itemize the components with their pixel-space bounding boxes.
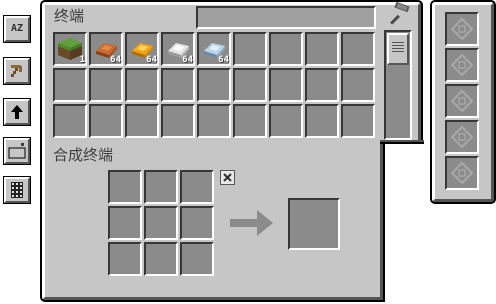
crafting-slot[interactable]	[144, 242, 178, 276]
terminal-slot[interactable]	[161, 68, 195, 102]
crafting-slot[interactable]	[108, 242, 142, 276]
scrollbar-thumb[interactable]	[387, 33, 409, 65]
upgrade-slot[interactable]	[445, 12, 479, 46]
terminal-slot[interactable]: 64	[161, 32, 195, 66]
upgrade-slot[interactable]	[445, 48, 479, 82]
terminal-slot[interactable]: 64	[89, 32, 123, 66]
terminal-slot[interactable]	[341, 32, 375, 66]
terminal-slot[interactable]	[89, 104, 123, 138]
terminal-slot[interactable]	[269, 104, 303, 138]
crafting-result-slot[interactable]	[288, 198, 340, 250]
crafting-slot[interactable]	[108, 170, 142, 204]
terminal-slot[interactable]	[269, 68, 303, 102]
upgrade-card-icon	[450, 125, 474, 149]
clear-grid-button[interactable]	[220, 170, 235, 185]
sort-az-button[interactable]: AZ	[4, 16, 30, 42]
crafting-slot[interactable]	[144, 170, 178, 204]
size-icon	[8, 143, 26, 159]
terminal-slot[interactable]	[233, 68, 267, 102]
terminal-slot[interactable]	[233, 32, 267, 66]
terminal-slot[interactable]	[341, 68, 375, 102]
terminal-slot[interactable]	[233, 104, 267, 138]
terminal-slot[interactable]	[305, 68, 339, 102]
search-input[interactable]	[196, 6, 376, 29]
upgrade-slot[interactable]	[445, 156, 479, 190]
item-count: 1	[79, 55, 85, 65]
crafting-slot[interactable]	[180, 170, 214, 204]
upgrade-slot[interactable]	[445, 84, 479, 118]
right-arrow-icon	[230, 210, 273, 236]
terminal-slot[interactable]	[197, 68, 231, 102]
crafting-slot[interactable]	[180, 206, 214, 240]
crafting-title: 合成终端	[53, 146, 114, 164]
terminal-title: 终端	[54, 7, 85, 25]
terminal-slot[interactable]: 64	[125, 32, 159, 66]
upgrade-slot[interactable]	[445, 120, 479, 154]
terminal-slot[interactable]	[305, 104, 339, 138]
terminal-slot[interactable]	[161, 104, 195, 138]
x-icon	[223, 173, 232, 182]
crafting-slot[interactable]	[180, 242, 214, 276]
terminal-slot[interactable]	[341, 104, 375, 138]
terminal-slot[interactable]	[89, 68, 123, 102]
terminal-slot[interactable]	[125, 104, 159, 138]
terminal-slot[interactable]	[125, 68, 159, 102]
search-mode-button[interactable]	[4, 177, 30, 203]
terminal-slot[interactable]	[53, 104, 87, 138]
upgrade-card-icon	[450, 161, 474, 185]
item-count: 64	[218, 55, 229, 65]
upgrade-card-icon	[450, 89, 474, 113]
terminal-slot[interactable]: 64	[197, 32, 231, 66]
terminal-slot[interactable]	[305, 32, 339, 66]
item-count: 64	[110, 55, 121, 65]
terminal-slot[interactable]	[269, 32, 303, 66]
terminal-slot[interactable]: 1	[53, 32, 87, 66]
item-count: 64	[146, 55, 157, 65]
hammer-icon[interactable]	[386, 2, 412, 26]
view-mode-button[interactable]	[4, 58, 30, 84]
sort-az-label: AZ	[10, 23, 24, 34]
terminal-size-button[interactable]	[4, 138, 30, 164]
grid-icon	[11, 182, 23, 198]
upgrade-card-icon	[450, 17, 474, 41]
pickaxe-icon	[11, 65, 22, 77]
terminal-slot[interactable]	[197, 104, 231, 138]
crafting-slot[interactable]	[144, 206, 178, 240]
sort-direction-button[interactable]	[4, 99, 30, 125]
terminal-slot[interactable]	[53, 68, 87, 102]
scrollbar-track[interactable]	[384, 30, 412, 140]
item-count: 64	[182, 55, 193, 65]
up-arrow-icon	[11, 105, 23, 119]
upgrade-card-icon	[450, 53, 474, 77]
crafting-slot[interactable]	[108, 206, 142, 240]
